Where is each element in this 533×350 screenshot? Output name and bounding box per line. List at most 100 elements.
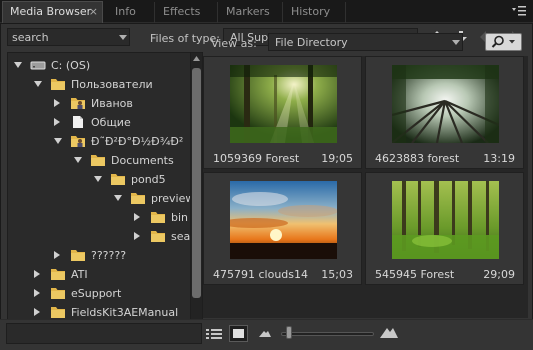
zoom-slider-handle[interactable] [285, 326, 292, 339]
expand-triangle-closed-icon[interactable] [134, 232, 140, 240]
folder-icon [50, 286, 66, 300]
tree-item[interactable]: Пользователи [8, 75, 202, 94]
expand-triangle-closed-icon[interactable] [134, 213, 140, 221]
forest-canopy-image [392, 65, 499, 143]
document-icon [70, 115, 86, 129]
search-combo[interactable] [7, 28, 130, 46]
tree-item[interactable]: pond5 [8, 170, 202, 189]
search-icon [491, 35, 515, 48]
expand-triangle-open-icon[interactable] [74, 157, 82, 163]
tab-label: Media Browser [10, 5, 92, 18]
clip-thumbnail[interactable]: 1059369 Forest 19;05 [203, 56, 362, 169]
tab-info[interactable]: Info [108, 2, 155, 23]
search-options-button[interactable] [485, 33, 522, 51]
folder-icon [70, 248, 86, 262]
chevron-down-icon[interactable] [452, 40, 460, 45]
zoom-out-mountain-icon[interactable] [259, 329, 271, 337]
forest-sunbeams-image [230, 65, 337, 143]
tree-item-label: Пользователи [71, 78, 153, 91]
view-as-value: File Directory [275, 36, 348, 49]
tree-item-label: ?????? [91, 249, 127, 262]
tree-item[interactable]: preview [8, 189, 202, 208]
panel-tab-bar: Media Browser × Info Effects Markers His… [0, 0, 533, 23]
clip-duration: 19;05 [321, 152, 353, 165]
expand-triangle-closed-icon[interactable] [54, 251, 60, 259]
folder-icon [150, 210, 166, 224]
tree-item[interactable]: sear [8, 227, 202, 246]
expand-triangle-closed-icon[interactable] [34, 289, 40, 297]
tree-item[interactable]: Общие [8, 113, 202, 132]
drive-icon [30, 58, 46, 72]
panel-bottom-bar [0, 319, 533, 350]
tree-item[interactable]: eSupport [8, 284, 202, 303]
folder-icon [50, 267, 66, 281]
tree-item[interactable]: bin [8, 208, 202, 227]
view-as-label: View as: [211, 37, 257, 50]
user-folder-icon [70, 96, 86, 110]
tab-label: Info [115, 5, 136, 18]
tab-media-browser[interactable]: Media Browser × [2, 1, 103, 23]
tree-item-label: Documents [111, 154, 174, 167]
tab-label: History [291, 5, 331, 18]
green-forest-image [392, 181, 499, 259]
clip-thumbnail[interactable]: 475791 clouds14 15;03 [203, 172, 362, 285]
expand-triangle-closed-icon[interactable] [54, 99, 60, 107]
panel-menu-icon[interactable] [511, 5, 527, 17]
icon-view-icon [233, 329, 244, 338]
zoom-slider-track[interactable] [281, 332, 374, 336]
folder-icon [150, 229, 166, 243]
sunset-clouds-image [230, 181, 337, 259]
tree-item-label: pond5 [131, 173, 166, 186]
folder-tree[interactable]: C: (OS) Пользователи Иванов Общие Ð˜Ð²Ð°Ð½Ð¾… [7, 52, 203, 334]
tab-history[interactable]: History [284, 2, 346, 23]
expand-triangle-open-icon[interactable] [94, 176, 102, 182]
tree-item[interactable]: ATI [8, 265, 202, 284]
clip-name: 475791 clouds14 [213, 268, 309, 281]
expand-triangle-closed-icon[interactable] [54, 118, 60, 126]
files-of-type-label: Files of type: [150, 32, 221, 45]
clip-name: 545945 Forest [375, 268, 455, 281]
tab-effects[interactable]: Effects [156, 2, 218, 23]
tree-vertical-scrollbar[interactable] [190, 52, 203, 334]
view-as-select[interactable]: File Directory [268, 33, 463, 51]
search-input[interactable] [8, 29, 112, 45]
tab-label: Markers [226, 5, 270, 18]
user-folder-icon [70, 134, 86, 148]
tree-item-label: preview [151, 192, 195, 205]
expand-triangle-closed-icon[interactable] [34, 308, 40, 316]
folder-icon [90, 153, 106, 167]
clip-name: 4623883 forest [375, 152, 460, 165]
folder-icon [110, 172, 126, 186]
tree-item-label: C: (OS) [51, 59, 91, 72]
expand-triangle-open-icon[interactable] [54, 138, 62, 144]
expand-triangle-open-icon[interactable] [14, 62, 22, 68]
tab-markers[interactable]: Markers [219, 2, 283, 23]
folder-icon [50, 77, 66, 91]
thumbnail-grid: 1059369 Forest 19;05 4623883 forest 13:1… [203, 56, 528, 318]
clip-duration: 13:19 [483, 152, 515, 165]
tree-item[interactable]: Documents [8, 151, 202, 170]
tree-item-label: ATI [71, 268, 88, 281]
expand-triangle-closed-icon[interactable] [34, 270, 40, 278]
tree-item-label: FieldsKit3AEManual [71, 306, 179, 319]
clip-thumbnail[interactable]: 545945 Forest 29;09 [365, 172, 524, 285]
tree-item-label: Ð˜Ð²Ð°Ð½Ð¾Ð² [91, 135, 184, 148]
tree-item[interactable]: Ð˜Ð²Ð°Ð½Ð¾Ð² [8, 132, 202, 151]
close-icon[interactable]: × [89, 2, 98, 22]
zoom-in-mountain-icon[interactable] [380, 326, 398, 338]
clip-duration: 15;03 [321, 268, 353, 281]
tree-item[interactable]: ?????? [8, 246, 202, 265]
expand-triangle-open-icon[interactable] [114, 195, 122, 201]
chevron-down-icon[interactable] [119, 35, 127, 40]
clip-thumbnail[interactable]: 4623883 forest 13:19 [365, 56, 524, 169]
clip-name: 1059369 Forest [213, 152, 300, 165]
tree-item[interactable]: Иванов [8, 94, 202, 113]
tree-item-label: eSupport [71, 287, 122, 300]
path-field[interactable] [6, 323, 202, 344]
folder-icon [130, 191, 146, 205]
clip-duration: 29;09 [483, 268, 515, 281]
expand-triangle-open-icon[interactable] [34, 81, 42, 87]
tree-item[interactable]: C: (OS) [8, 56, 202, 75]
icon-view-button[interactable] [229, 325, 248, 342]
list-view-icon[interactable] [206, 327, 222, 341]
